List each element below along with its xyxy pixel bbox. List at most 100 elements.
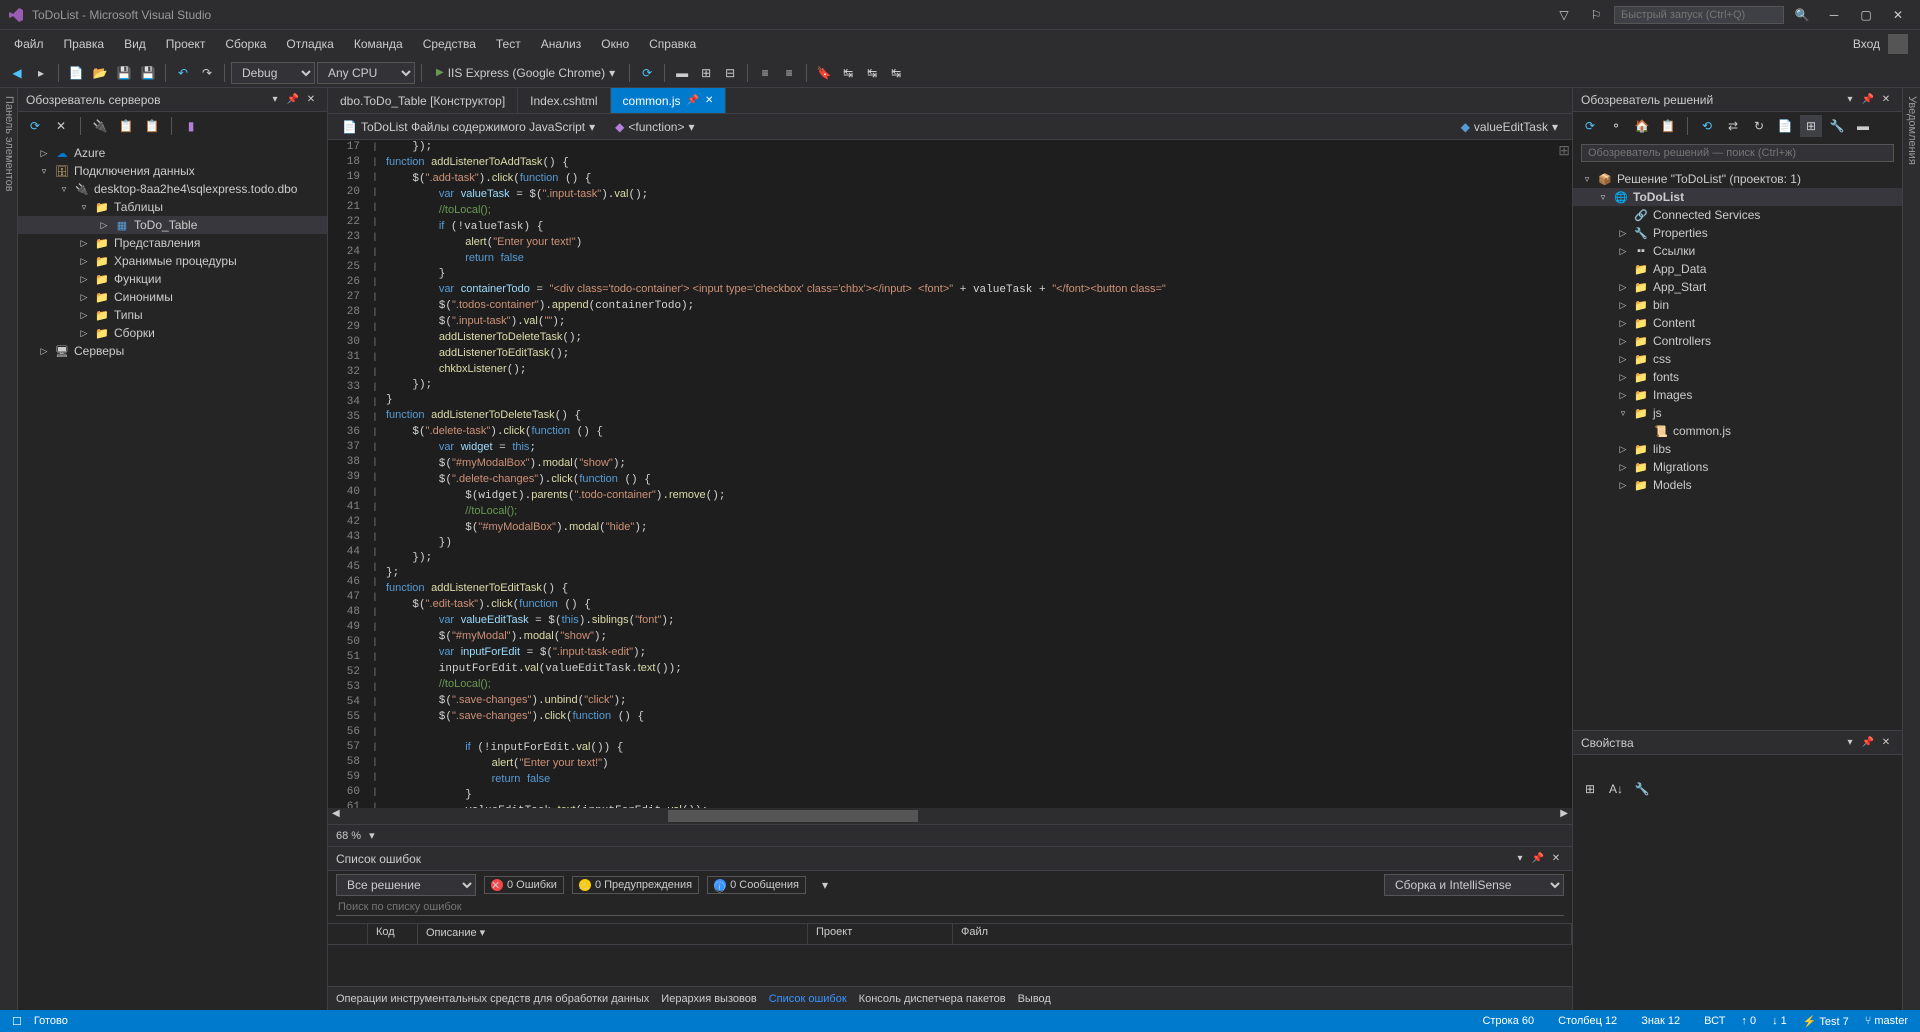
tree-todo-table[interactable]: ▷▦ToDo_Table [18, 216, 327, 234]
code-editor[interactable]: 17 18 19 20 21 22 23 24 25 26 27 28 29 3… [328, 140, 1572, 808]
editor-scrollbar-h[interactable]: ◀ ▶ [328, 808, 1572, 824]
tab-index-cshtml[interactable]: Index.cshtml [518, 88, 610, 113]
zoom-level[interactable]: 68 % [336, 830, 361, 842]
tree-connected-services[interactable]: 🔗Connected Services [1573, 206, 1902, 224]
indent-icon[interactable]: ≡ [754, 62, 776, 84]
sol-home-icon2[interactable]: 🏠 [1631, 115, 1653, 137]
minimize-button[interactable]: ─ [1820, 3, 1848, 27]
tree-views[interactable]: ▷📁Представления [18, 234, 327, 252]
error-pin-icon[interactable]: 📌 [1530, 851, 1546, 867]
tree-models[interactable]: ▷📁Models [1573, 476, 1902, 494]
error-header-icon[interactable] [328, 924, 368, 944]
tree-js[interactable]: ▿📁js [1573, 404, 1902, 422]
sol-properties-icon[interactable]: 🔧 [1826, 115, 1848, 137]
sol-show-all-icon[interactable]: ⊞ [1800, 115, 1822, 137]
tree-properties[interactable]: ▷🔧Properties [1573, 224, 1902, 242]
error-header-description[interactable]: Описание ▾ [418, 924, 808, 944]
filter-icon[interactable]: ▽ [1550, 3, 1578, 27]
tree-icon-2[interactable]: 📋 [141, 115, 163, 137]
open-file-icon[interactable]: 📂 [89, 62, 111, 84]
status-branch[interactable]: ⑂ master [1865, 1015, 1908, 1027]
sol-icon-6[interactable]: ▬ [1852, 115, 1874, 137]
tree-icon-1[interactable]: 📋 [115, 115, 137, 137]
menu-analyze[interactable]: Анализ [531, 33, 592, 55]
error-scope-select[interactable]: Все решение [336, 874, 476, 896]
fold-gutter[interactable]: | | | | | | | | | | | | | | | | | | | | … [368, 140, 382, 808]
tree-stored-procs[interactable]: ▷📁Хранимые процедуры [18, 252, 327, 270]
tree-content[interactable]: ▷📁Content [1573, 314, 1902, 332]
bottom-tab-call-hierarchy[interactable]: Иерархия вызовов [661, 993, 756, 1005]
code-content[interactable]: }); function addListenerToAddTask() { $(… [382, 140, 1572, 808]
save-icon[interactable]: 💾 [113, 62, 135, 84]
launch-button[interactable]: IIS Express (Google Chrome) ▾ [428, 66, 623, 80]
notifications-sidebar[interactable]: Уведомления [1902, 88, 1920, 1010]
menu-window[interactable]: Окно [591, 33, 639, 55]
tree-controllers[interactable]: ▷📁Controllers [1573, 332, 1902, 350]
status-tests[interactable]: ⚡ Test 7 [1803, 1015, 1849, 1028]
tree-connection[interactable]: ▿🔌desktop-8aa2he4\sqlexpress.todo.dbo [18, 180, 327, 198]
menu-test[interactable]: Тест [486, 33, 531, 55]
prop-alpha-icon[interactable]: A↓ [1605, 778, 1627, 800]
avatar-icon[interactable] [1888, 34, 1908, 54]
forward-icon[interactable]: ▸ [30, 62, 52, 84]
connect-icon[interactable]: 🔌 [89, 115, 111, 137]
tree-images[interactable]: ▷📁Images [1573, 386, 1902, 404]
login-link[interactable]: Вход [1853, 37, 1880, 51]
toolbar-icon-3[interactable]: ⊟ [719, 62, 741, 84]
menu-project[interactable]: Проект [156, 33, 216, 55]
build-intellisense-select[interactable]: Сборка и IntelliSense [1384, 874, 1564, 896]
new-file-icon[interactable]: 📄 [65, 62, 87, 84]
panel-close-icon[interactable]: ✕ [303, 92, 319, 108]
toolbar-icon-5[interactable]: ↹ [861, 62, 883, 84]
toolbar-icon-1[interactable]: ▬ [671, 62, 693, 84]
sol-icon-4[interactable]: ⇄ [1722, 115, 1744, 137]
platform-select[interactable]: Any CPU [317, 62, 415, 84]
toolbar-icon-2[interactable]: ⊞ [695, 62, 717, 84]
prop-dropdown-icon[interactable]: ▾ [1842, 735, 1858, 751]
sol-home-icon[interactable]: ⟳ [1579, 115, 1601, 137]
prop-pin-icon[interactable]: 📌 [1860, 735, 1876, 751]
bottom-tab-package-console[interactable]: Консоль диспетчера пакетов [859, 993, 1006, 1005]
menu-team[interactable]: Команда [344, 33, 413, 55]
error-header-file[interactable]: Файл [953, 924, 1572, 944]
tree-migrations[interactable]: ▷📁Migrations [1573, 458, 1902, 476]
tree-project-todolist[interactable]: ▿🌐ToDoList [1573, 188, 1902, 206]
toggle-preview-icon[interactable]: ⊞ [1558, 142, 1570, 159]
bookmark-icon[interactable]: 🔖 [813, 62, 835, 84]
solution-search-input[interactable] [1581, 144, 1894, 162]
back-icon[interactable]: ◀ [6, 62, 28, 84]
menu-debug[interactable]: Отладка [276, 33, 343, 55]
error-search-input[interactable] [336, 899, 1564, 916]
sol-icon-5[interactable]: 📄 [1774, 115, 1796, 137]
close-button[interactable]: ✕ [1884, 3, 1912, 27]
tree-appstart[interactable]: ▷📁App_Start [1573, 278, 1902, 296]
breadcrumb-project[interactable]: 📄ToDoList Файлы содержимого JavaScript ▾ [336, 118, 601, 136]
tree-bin[interactable]: ▷📁bin [1573, 296, 1902, 314]
prop-close-icon[interactable]: ✕ [1878, 735, 1894, 751]
bottom-tab-error-list[interactable]: Список ошибок [769, 993, 847, 1005]
error-close-icon[interactable]: ✕ [1548, 851, 1564, 867]
tree-types[interactable]: ▷📁Типы [18, 306, 327, 324]
status-pull-icon[interactable]: ↓ 1 [1772, 1015, 1787, 1027]
tree-synonyms[interactable]: ▷📁Синонимы [18, 288, 327, 306]
tree-azure[interactable]: ▷☁Azure [18, 144, 327, 162]
menu-view[interactable]: Вид [114, 33, 156, 55]
tree-functions[interactable]: ▷📁Функции [18, 270, 327, 288]
bottom-tab-data-tools[interactable]: Операции инструментальных средств для об… [336, 993, 649, 1005]
error-header-code[interactable]: Код [368, 924, 418, 944]
maximize-button[interactable]: ▢ [1852, 3, 1880, 27]
tree-fonts[interactable]: ▷📁fonts [1573, 368, 1902, 386]
tree-icon-3[interactable]: ▮ [180, 115, 202, 137]
search-icon[interactable]: 🔍 [1788, 3, 1816, 27]
tree-solution[interactable]: ▿📦Решение "ToDoList" (проектов: 1) [1573, 170, 1902, 188]
sol-pin-icon[interactable]: 📌 [1860, 92, 1876, 108]
warnings-filter[interactable]: ⚠0 Предупреждения [572, 876, 699, 894]
config-select[interactable]: Debug [231, 62, 315, 84]
sol-icon-2[interactable]: ⚬ [1605, 115, 1627, 137]
sol-icon-3[interactable]: 📋 [1657, 115, 1679, 137]
sol-dropdown-icon[interactable]: ▾ [1842, 92, 1858, 108]
undo-icon[interactable]: ↶ [172, 62, 194, 84]
outdent-icon[interactable]: ≡ [778, 62, 800, 84]
save-all-icon[interactable]: 💾 [137, 62, 159, 84]
tree-tables[interactable]: ▿📁Таблицы [18, 198, 327, 216]
